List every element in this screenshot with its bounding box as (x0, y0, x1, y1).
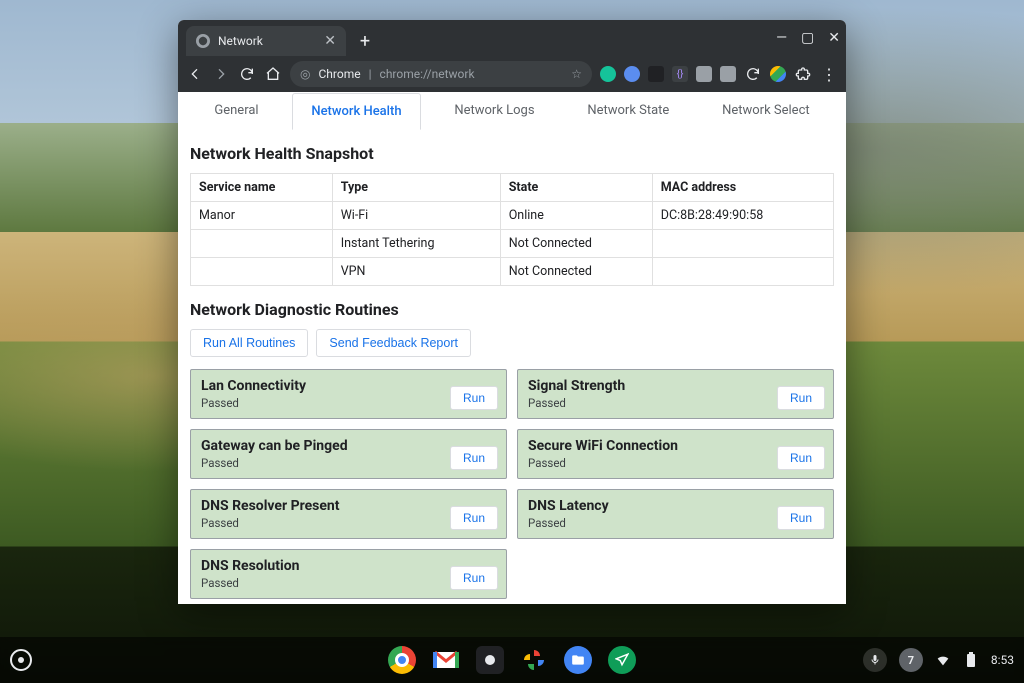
mic-icon[interactable] (863, 648, 887, 672)
extension-braces-icon[interactable]: {} (672, 66, 688, 82)
run-button[interactable]: Run (450, 446, 498, 470)
app-chrome-icon[interactable] (388, 646, 416, 674)
col-mac: MAC address (652, 174, 833, 202)
notification-count: 7 (908, 654, 914, 667)
table-row: Instant Tethering Not Connected (191, 230, 834, 258)
cell-service: Manor (191, 202, 333, 230)
col-service: Service name (191, 174, 333, 202)
cell-type: Wi-Fi (332, 202, 500, 230)
maximize-button[interactable]: ▢ (801, 30, 814, 46)
page-tabs: General Network Health Network Logs Netw… (178, 92, 846, 130)
cell-state: Not Connected (500, 258, 652, 286)
status-tray[interactable]: 7 8:53 (863, 648, 1014, 672)
wifi-icon (935, 652, 951, 668)
tab-strip: Network ✕ + — ▢ ✕ (178, 20, 846, 56)
app-messages-icon[interactable] (608, 646, 636, 674)
tab-network-select[interactable]: Network Select (703, 92, 829, 129)
cell-state: Not Connected (500, 230, 652, 258)
url-scheme: Chrome (318, 67, 360, 81)
tab-network-health[interactable]: Network Health (292, 93, 420, 130)
diag-card-signal: Signal Strength Passed Run (517, 369, 834, 419)
chrome-window: Network ✕ + — ▢ ✕ ◎ Chrome | chrome://ne… (178, 20, 846, 604)
reload-button[interactable] (238, 65, 256, 83)
table-row: Manor Wi-Fi Online DC:8B:28:49:90:58 (191, 202, 834, 230)
diag-card-dns-resolver: DNS Resolver Present Passed Run (190, 489, 507, 539)
minimize-button[interactable]: — (776, 30, 787, 46)
new-tab-button[interactable]: + (352, 28, 378, 54)
diagnostics-grid: Lan Connectivity Passed Run Signal Stren… (190, 369, 834, 599)
run-button[interactable]: Run (450, 566, 498, 590)
diagnostics-actions: Run All Routines Send Feedback Report (190, 329, 834, 357)
diag-card-dns-resolution: DNS Resolution Passed Run (190, 549, 507, 599)
app-files-icon[interactable] (564, 646, 592, 674)
app-gmail-icon[interactable] (432, 646, 460, 674)
run-button[interactable]: Run (450, 386, 498, 410)
tab-title: Network (218, 34, 263, 48)
cell-mac (652, 258, 833, 286)
cell-service (191, 258, 333, 286)
extension-blue-icon[interactable] (624, 66, 640, 82)
app-dark-icon[interactable] (476, 646, 504, 674)
site-info-icon[interactable]: ◎ (300, 67, 310, 81)
extension-grey1-icon[interactable] (696, 66, 712, 82)
diag-card-lan: Lan Connectivity Passed Run (190, 369, 507, 419)
run-button[interactable]: Run (777, 386, 825, 410)
home-button[interactable] (264, 65, 282, 83)
back-button[interactable] (186, 65, 204, 83)
clock: 8:53 (991, 653, 1014, 667)
table-row: VPN Not Connected (191, 258, 834, 286)
send-feedback-button[interactable]: Send Feedback Report (316, 329, 471, 357)
notification-badge[interactable]: 7 (899, 648, 923, 672)
cell-type: VPN (332, 258, 500, 286)
extension-grammarly-icon[interactable] (600, 66, 616, 82)
window-controls: — ▢ ✕ (776, 20, 840, 56)
extensions-row: {} ⋮ (600, 65, 838, 83)
shelf-apps (388, 646, 636, 674)
diag-card-gateway: Gateway can be Pinged Passed Run (190, 429, 507, 479)
snapshot-section: Network Health Snapshot Service name Typ… (178, 130, 846, 286)
run-button[interactable]: Run (777, 506, 825, 530)
snapshot-table: Service name Type State MAC address Mano… (190, 173, 834, 286)
cell-service (191, 230, 333, 258)
url-path: chrome://network (380, 67, 475, 81)
run-button[interactable]: Run (450, 506, 498, 530)
cell-state: Online (500, 202, 652, 230)
diag-card-secure-wifi: Secure WiFi Connection Passed Run (517, 429, 834, 479)
tab-network-logs[interactable]: Network Logs (435, 92, 553, 129)
tab-network-state[interactable]: Network State (568, 92, 688, 129)
extension-grey2-icon[interactable] (720, 66, 736, 82)
address-bar[interactable]: ◎ Chrome | chrome://network ☆ (290, 61, 592, 87)
launcher-button[interactable] (10, 649, 32, 671)
snapshot-heading: Network Health Snapshot (190, 144, 834, 163)
extension-reload-icon[interactable] (744, 65, 762, 83)
cell-mac: DC:8B:28:49:90:58 (652, 202, 833, 230)
tab-general[interactable]: General (195, 92, 277, 129)
extensions-puzzle-icon[interactable] (794, 65, 812, 83)
app-photos-icon[interactable] (520, 646, 548, 674)
window-close-button[interactable]: ✕ (828, 30, 840, 46)
forward-button[interactable] (212, 65, 230, 83)
bookmark-star-icon[interactable]: ☆ (571, 67, 582, 81)
diagnostics-heading: Network Diagnostic Routines (190, 300, 834, 319)
diag-card-dns-latency: DNS Latency Passed Run (517, 489, 834, 539)
cell-mac (652, 230, 833, 258)
page-content: General Network Health Network Logs Netw… (178, 92, 846, 604)
browser-tab-network[interactable]: Network ✕ (186, 26, 346, 56)
run-button[interactable]: Run (777, 446, 825, 470)
diagnostics-section: Network Diagnostic Routines Run All Rout… (178, 286, 846, 599)
col-type: Type (332, 174, 500, 202)
browser-menu-icon[interactable]: ⋮ (820, 65, 838, 83)
run-all-button[interactable]: Run All Routines (190, 329, 308, 357)
url-separator: | (369, 67, 372, 81)
tab-close-icon[interactable]: ✕ (324, 33, 336, 49)
chromeos-shelf: 7 8:53 (0, 637, 1024, 683)
battery-icon (963, 652, 979, 668)
extension-drive-icon[interactable] (770, 66, 786, 82)
extension-dark-icon[interactable] (648, 66, 664, 82)
globe-icon (196, 34, 210, 48)
browser-toolbar: ◎ Chrome | chrome://network ☆ {} ⋮ (178, 56, 846, 92)
col-state: State (500, 174, 652, 202)
cell-type: Instant Tethering (332, 230, 500, 258)
table-header-row: Service name Type State MAC address (191, 174, 834, 202)
